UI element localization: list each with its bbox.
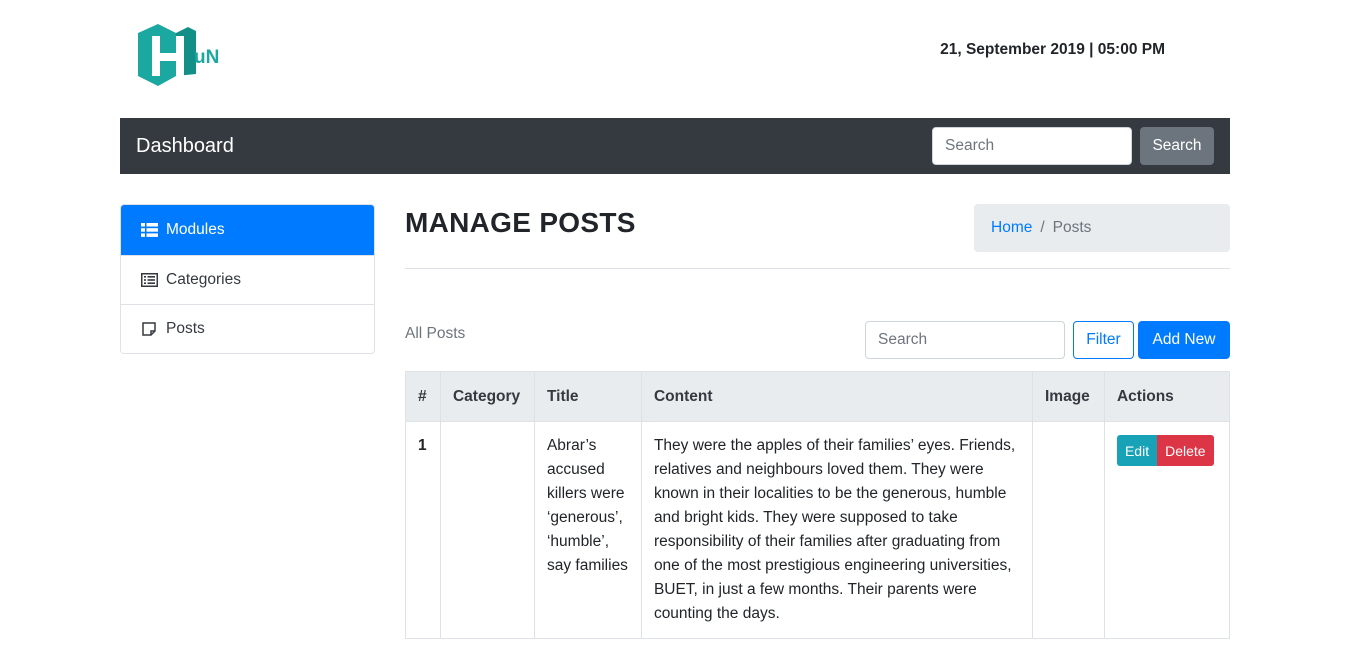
column-header-content: Content [640, 371, 1033, 422]
table-icon [140, 223, 158, 237]
sticky-note-icon [140, 322, 158, 336]
add-new-button[interactable]: Add New [1138, 321, 1230, 359]
section-label: All Posts [405, 325, 466, 342]
table-header-row: # Category Title Content Image Actions [405, 371, 1231, 422]
logo-text: uN [194, 47, 219, 68]
breadcrumb-current: Posts [1052, 219, 1092, 236]
column-header-title: Title [533, 371, 642, 422]
sidebar-item-modules[interactable]: Modules [121, 205, 374, 255]
datetime: 21, September 2019 | 05:00 PM [940, 41, 1165, 58]
cell-number: 1 [405, 421, 441, 639]
breadcrumb-separator: / [1040, 219, 1045, 236]
navbar: Dashboard Search [120, 118, 1230, 174]
filter-button[interactable]: Filter [1073, 321, 1134, 359]
navbar-search-button[interactable]: Search [1140, 127, 1214, 165]
logo-icon: uN [138, 24, 219, 86]
column-header-actions: Actions [1103, 371, 1231, 422]
posts-table: # Category Title Content Image Actions 1… [405, 371, 1231, 639]
cell-actions: Edit Delete [1103, 421, 1231, 639]
sidebar-item-posts[interactable]: Posts [121, 304, 374, 353]
cell-image [1031, 421, 1105, 639]
sidebar: Modules Categories Posts [120, 204, 375, 354]
header: uN 21, September 2019 | 05:00 PM [120, 0, 1230, 118]
cell-category [439, 421, 535, 639]
breadcrumb: Home / Posts [974, 204, 1230, 252]
sidebar-item-label: Categories [166, 271, 241, 288]
navbar-search-input[interactable] [932, 127, 1132, 165]
list-alt-icon [140, 273, 158, 287]
column-header-number: # [405, 371, 441, 422]
logo[interactable]: uN [136, 22, 226, 88]
sidebar-item-label: Modules [166, 221, 225, 238]
page-title: MANAGE POSTS [405, 207, 636, 238]
divider [405, 268, 1230, 269]
edit-button[interactable]: Edit [1116, 435, 1158, 466]
posts-search-input[interactable] [865, 321, 1065, 359]
action-button-group: Edit Delete [1116, 435, 1214, 466]
cell-content: They were the apples of their families’ … [640, 421, 1033, 639]
navbar-brand[interactable]: Dashboard [136, 135, 234, 158]
delete-button[interactable]: Delete [1157, 435, 1214, 466]
cell-title: Abrar’s accused killers were ‘generous’,… [533, 421, 642, 639]
sidebar-item-label: Posts [166, 320, 205, 337]
table-row: 1 Abrar’s accused killers were ‘generous… [405, 421, 1231, 639]
column-header-category: Category [439, 371, 535, 422]
sidebar-item-categories[interactable]: Categories [121, 255, 374, 304]
breadcrumb-home-link[interactable]: Home [991, 219, 1032, 237]
column-header-image: Image [1031, 371, 1105, 422]
